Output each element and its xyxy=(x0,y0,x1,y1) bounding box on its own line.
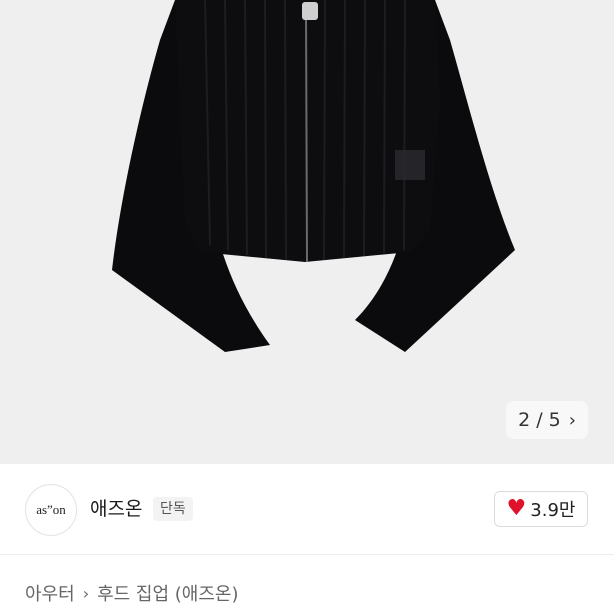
like-button[interactable]: ♥ 3.9만 xyxy=(494,491,588,527)
pager-current: 2 xyxy=(518,409,531,431)
product-photo xyxy=(112,0,515,352)
brand-logo[interactable]: as”on xyxy=(25,484,77,536)
brand-name[interactable]: 애즈온 xyxy=(90,494,142,521)
breadcrumb-item-outer[interactable]: 아우터 xyxy=(25,580,75,606)
brand-logo-text: as”on xyxy=(36,502,66,517)
heart-icon: ♥ xyxy=(506,496,527,521)
breadcrumb: 아우터 › 후드 집업 (애즈온) xyxy=(25,580,239,606)
product-image-carousel[interactable]: 2 / 5 › xyxy=(0,0,614,464)
chevron-right-icon: › xyxy=(568,409,576,431)
exclusive-badge: 단독 xyxy=(153,497,193,521)
breadcrumb-item-hood-zipup[interactable]: 후드 집업 (애즈온) xyxy=(97,580,238,606)
pager-separator: / xyxy=(536,409,543,431)
image-pager[interactable]: 2 / 5 › xyxy=(506,401,588,439)
chevron-right-icon: › xyxy=(82,583,90,603)
pager-total: 5 xyxy=(548,409,561,431)
like-count: 3.9만 xyxy=(530,500,576,521)
